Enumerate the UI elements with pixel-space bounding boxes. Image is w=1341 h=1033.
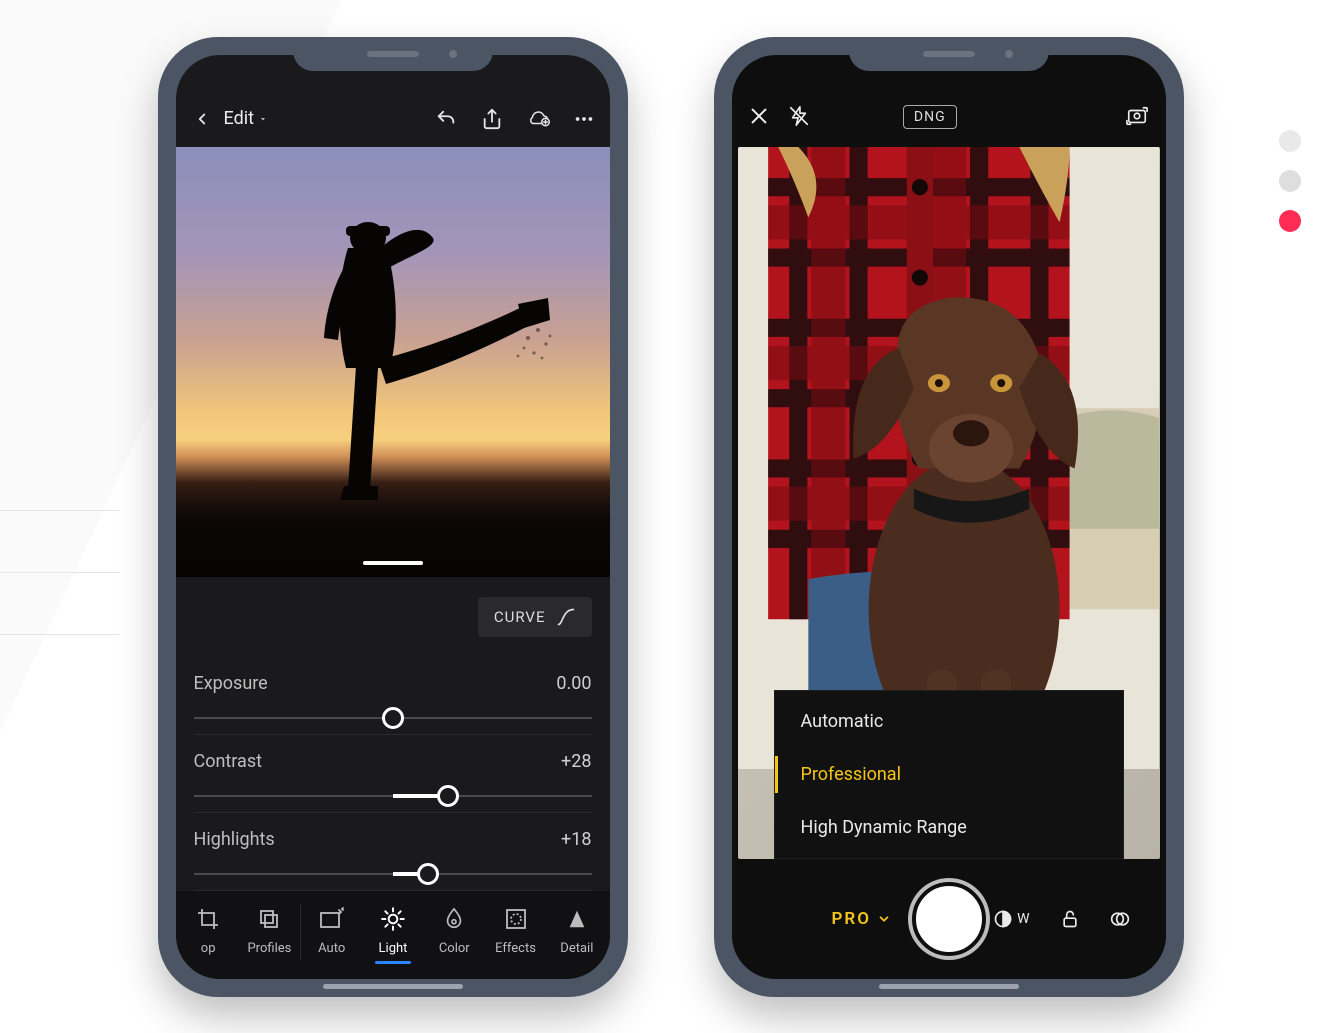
- tab-label: Light: [379, 941, 408, 956]
- switch-camera-icon[interactable]: [1125, 105, 1149, 127]
- tab-label: Effects: [495, 941, 536, 956]
- shutter-button[interactable]: [912, 882, 986, 956]
- tab-light[interactable]: Light: [362, 899, 423, 962]
- slider-knob[interactable]: [437, 785, 459, 807]
- white-balance-icon[interactable]: W: [993, 909, 1029, 929]
- slider-exposure[interactable]: Exposure 0.00: [194, 657, 592, 734]
- slider-label: Highlights: [194, 829, 275, 850]
- tab-label: op: [201, 941, 216, 956]
- mode-selector[interactable]: PRO: [832, 909, 891, 929]
- slider-value: +18: [561, 829, 591, 850]
- camera-bottom-bar: PRO W: [732, 859, 1166, 979]
- slider-track[interactable]: [194, 786, 592, 806]
- share-icon[interactable]: [480, 107, 504, 131]
- edit-tabs: op Profiles Auto Light Color Effects Detail: [176, 891, 610, 979]
- tab-auto[interactable]: Auto: [301, 899, 362, 962]
- mode-option[interactable]: High Dynamic Range: [775, 801, 1123, 854]
- wb-label: W: [1017, 911, 1029, 927]
- light-panel: CURVE Exposure 0.00 Contrast +28 Highlights +…: [176, 577, 610, 891]
- back-icon[interactable]: [190, 107, 214, 131]
- phone-mockup-camera: DNG: [714, 37, 1184, 997]
- slider-track[interactable]: [194, 864, 592, 884]
- format-badge[interactable]: DNG: [903, 105, 957, 129]
- slider-label: Exposure: [194, 673, 268, 694]
- slider-track[interactable]: [194, 708, 592, 728]
- tab-effects[interactable]: Effects: [485, 899, 546, 962]
- phone-mockup-edit: Edit: [158, 37, 628, 997]
- slider-contrast[interactable]: Contrast +28: [194, 734, 592, 812]
- slider-knob[interactable]: [382, 707, 404, 729]
- edit-title: Edit: [224, 108, 254, 129]
- more-icon[interactable]: [572, 107, 596, 131]
- filter-icon[interactable]: [1110, 909, 1130, 929]
- auto-icon: [319, 905, 345, 933]
- curve-label: CURVE: [494, 608, 546, 626]
- slider-value: 0.00: [556, 673, 591, 694]
- color-icon: [443, 905, 465, 933]
- curve-button[interactable]: CURVE: [478, 597, 592, 637]
- tab-label: Auto: [318, 941, 345, 956]
- crop-icon: [196, 905, 220, 933]
- silhouette-illustration: [228, 188, 558, 518]
- camera-mode-menu: AutomaticProfessionalHigh Dynamic Range: [774, 690, 1124, 859]
- tab-label: Detail: [560, 941, 593, 956]
- detail-icon: [566, 905, 588, 933]
- flash-off-icon[interactable]: [788, 105, 810, 127]
- undo-icon[interactable]: [434, 107, 458, 131]
- camera-topbar: DNG: [732, 91, 1166, 141]
- tab-detail[interactable]: Detail: [546, 899, 607, 962]
- lock-open-icon[interactable]: [1060, 909, 1080, 929]
- mode-option[interactable]: Professional: [775, 748, 1123, 801]
- tab-label: Color: [439, 941, 470, 956]
- tab-label: Profiles: [247, 941, 291, 956]
- close-icon[interactable]: [748, 105, 770, 127]
- tab-profiles[interactable]: Profiles: [239, 899, 300, 962]
- tab-color[interactable]: Color: [424, 899, 485, 962]
- slider-value: +28: [561, 751, 591, 772]
- edit-topbar: Edit: [176, 91, 610, 147]
- edit-dropdown[interactable]: Edit: [224, 108, 268, 129]
- panel-drag-handle[interactable]: [363, 561, 423, 565]
- camera-viewfinder[interactable]: AutomaticProfessionalHigh Dynamic Range: [738, 147, 1160, 859]
- slider-highlights[interactable]: Highlights +18: [194, 812, 592, 890]
- cloud-add-icon[interactable]: [526, 107, 550, 131]
- slider-knob[interactable]: [417, 863, 439, 885]
- viewfinder-illustration: [738, 147, 1160, 770]
- photo-preview[interactable]: [176, 147, 610, 577]
- mode-option[interactable]: Automatic: [775, 695, 1123, 748]
- slider-label: Contrast: [194, 751, 263, 772]
- light-icon: [380, 905, 406, 933]
- tab-crop[interactable]: op: [178, 899, 239, 962]
- effects-icon: [504, 905, 528, 933]
- profiles-icon: [257, 905, 281, 933]
- mode-label: PRO: [832, 909, 871, 929]
